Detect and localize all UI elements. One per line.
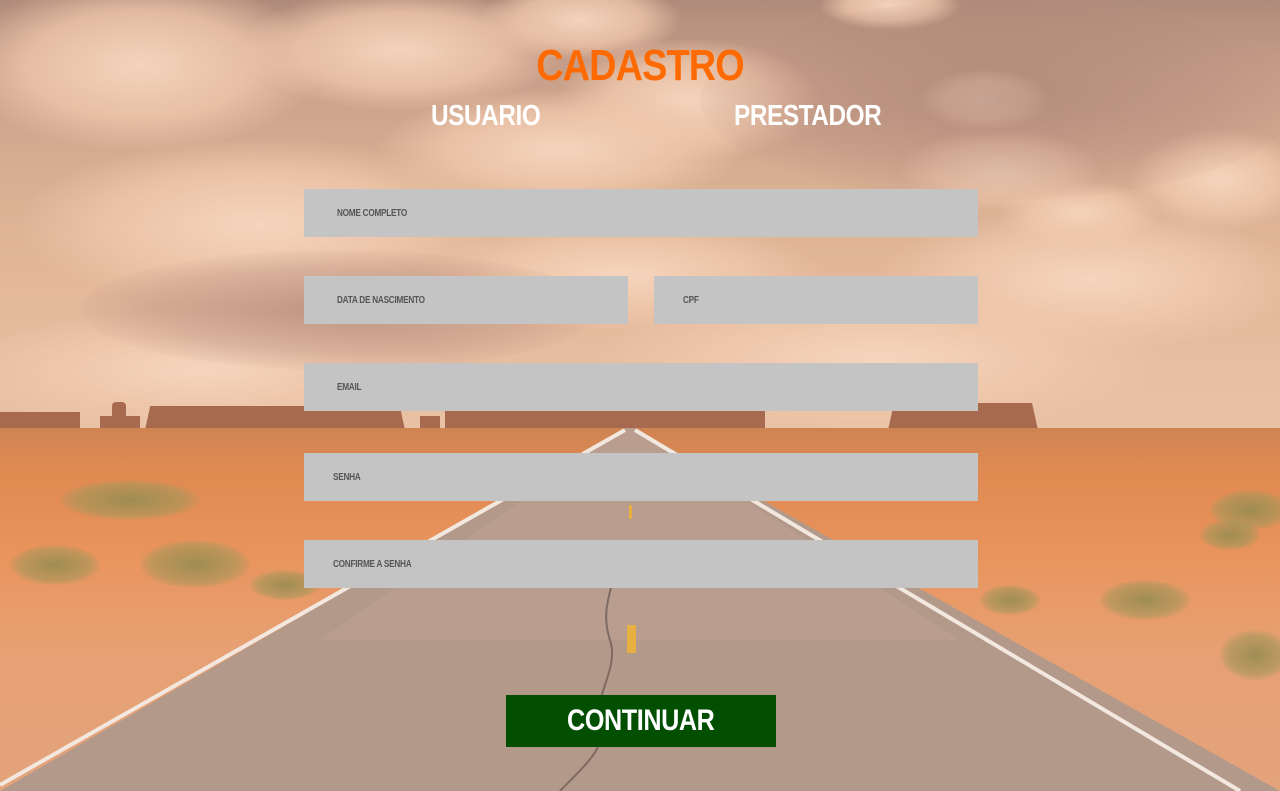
continuar-button[interactable]: CONTINUAR [506, 695, 776, 747]
confirme-senha-input[interactable]: CONFIRME A SENHA [304, 540, 978, 588]
cpf-input[interactable]: CPF [654, 276, 978, 324]
email-placeholder: EMAIL [337, 381, 362, 393]
nome-completo-placeholder: NOME COMPLETO [337, 207, 408, 219]
road-center-dash [627, 625, 636, 653]
tab-prestador[interactable]: PRESTADOR [734, 96, 882, 136]
page-title: CADASTRO [536, 41, 744, 90]
cpf-placeholder: CPF [683, 294, 699, 306]
continuar-button-label: CONTINUAR [567, 704, 715, 737]
email-input[interactable]: EMAIL [304, 363, 978, 411]
data-nascimento-input[interactable]: DATA DE NASCIMENTO [304, 276, 628, 324]
road-center-dash [629, 505, 632, 519]
data-nascimento-placeholder: DATA DE NASCIMENTO [337, 294, 425, 306]
confirme-senha-placeholder: CONFIRME A SENHA [333, 558, 412, 570]
nome-completo-input[interactable]: NOME COMPLETO [304, 189, 978, 237]
tab-usuario[interactable]: USUARIO [431, 96, 541, 136]
senha-input[interactable]: SENHA [304, 453, 978, 501]
senha-placeholder: SENHA [333, 471, 361, 483]
